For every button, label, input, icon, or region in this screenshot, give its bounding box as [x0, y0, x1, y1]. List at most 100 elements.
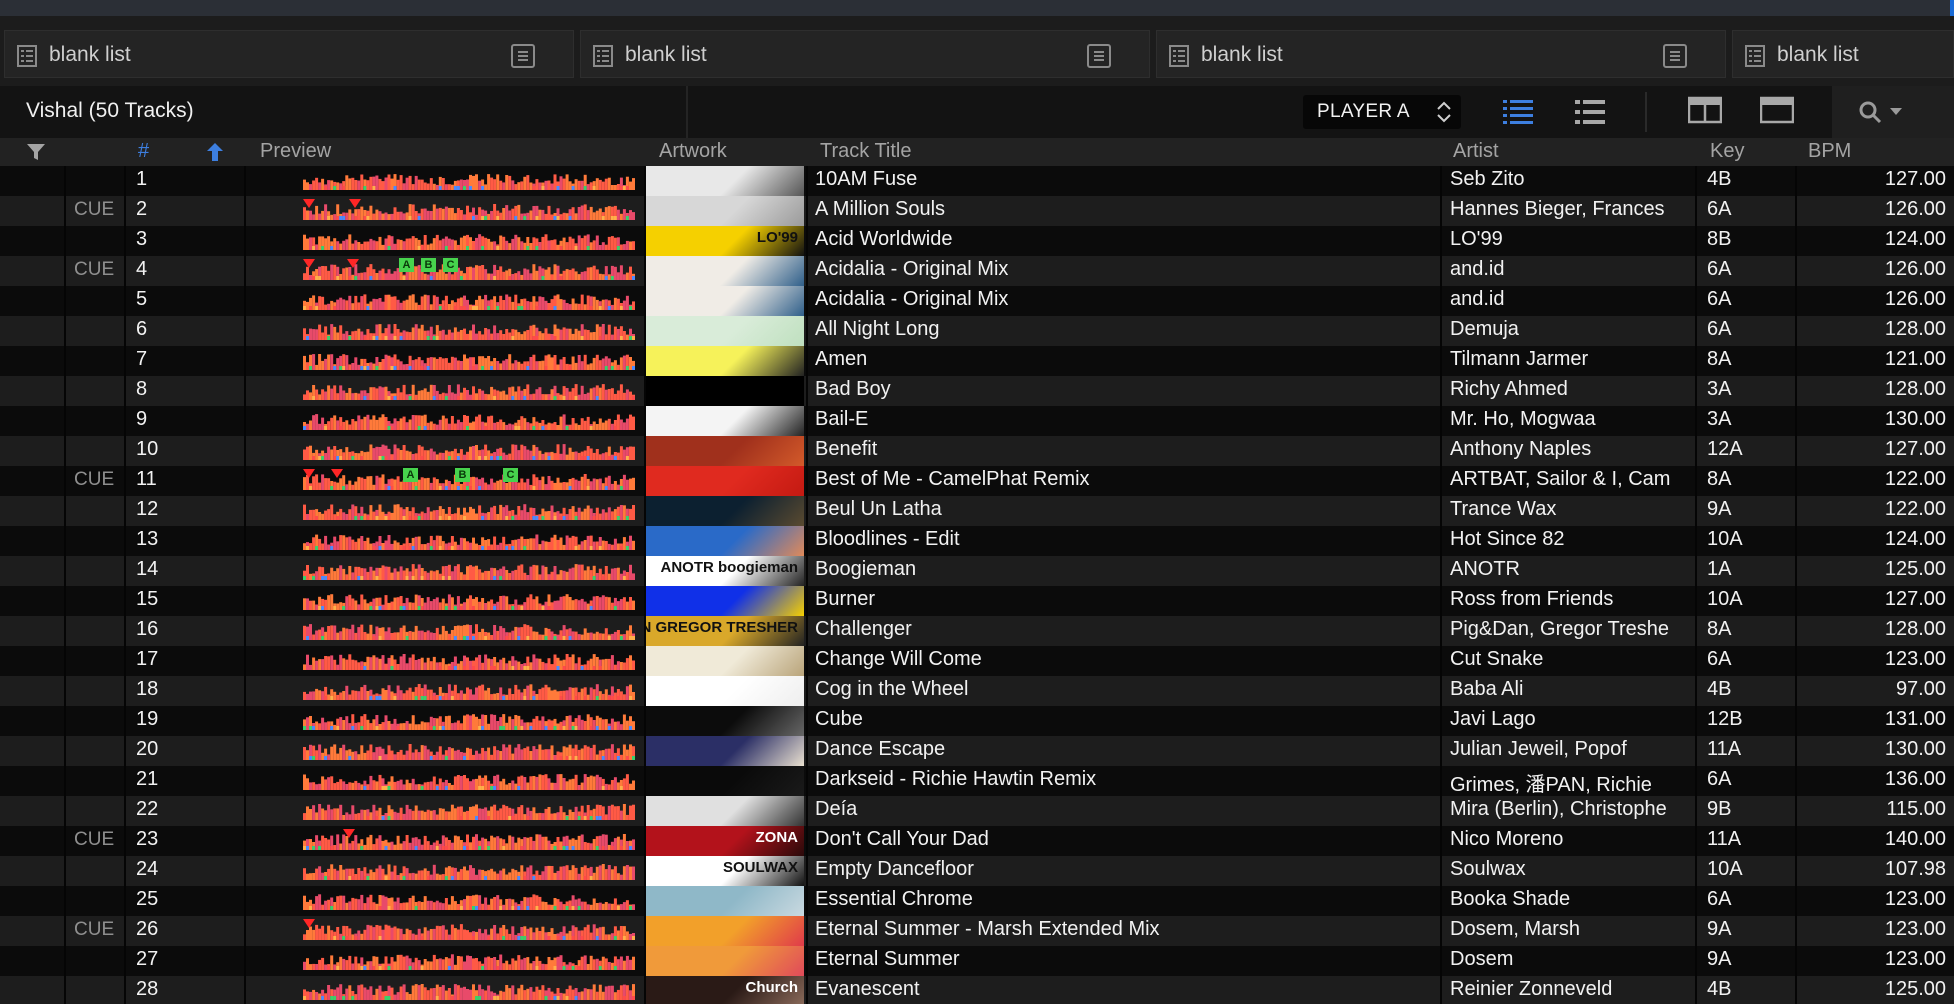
- track-title: Deía: [815, 798, 858, 820]
- artwork-text: Church: [745, 979, 799, 996]
- table-row[interactable]: CUE 23 ZONA Don't Call Your Dad Nico Moreno 1…: [0, 826, 1954, 856]
- table-row[interactable]: CUE 4 A B C Acidalia - Original Mix and.id 6A 12…: [0, 256, 1954, 286]
- table-row[interactable]: 12 Beul Un Latha Trance Wax 9A 122.00: [0, 496, 1954, 526]
- search-button[interactable]: [1832, 86, 1954, 138]
- playlist-tab[interactable]: blank list: [580, 30, 1150, 78]
- waveform-preview[interactable]: [303, 292, 635, 310]
- player-select[interactable]: PLAYER A: [1303, 95, 1461, 129]
- track-bpm: 140.00: [1884, 828, 1946, 850]
- track-artwork: SOULWAX: [646, 856, 804, 886]
- track-title: Cog in the Wheel: [815, 678, 969, 700]
- table-row[interactable]: 3 LO'99 Acid Worldwide LO'99 8B 124.00: [0, 226, 1954, 256]
- track-key: 1A: [1707, 558, 1732, 580]
- waveform-preview[interactable]: [303, 652, 635, 670]
- waveform-preview[interactable]: [303, 802, 635, 820]
- waveform-preview[interactable]: [303, 982, 635, 1000]
- search-icon: [1859, 101, 1882, 124]
- table-row[interactable]: 17 Change Will Come Cut Snake 6A 123.00: [0, 646, 1954, 676]
- waveform-preview[interactable]: [303, 622, 635, 640]
- table-row[interactable]: CUE 11 A B C Best of Me - CamelPhat Remix ARTB…: [0, 466, 1954, 496]
- table-row[interactable]: 16 PIG&DAN GREGOR TRESHER Challenger Pig&Da…: [0, 616, 1954, 646]
- track-number: 10: [136, 438, 159, 460]
- playlist-tab[interactable]: blank list: [1156, 30, 1726, 78]
- waveform-preview[interactable]: [303, 922, 635, 940]
- waveform-preview[interactable]: [303, 172, 635, 190]
- filter-icon[interactable]: [26, 142, 46, 162]
- col-preview-header[interactable]: Preview: [260, 140, 331, 163]
- waveform-preview[interactable]: [303, 502, 635, 520]
- col-artwork-header[interactable]: Artwork: [659, 140, 727, 163]
- table-row[interactable]: 8 Bad Boy Richy Ahmed 3A 128.00: [0, 376, 1954, 406]
- table-row[interactable]: 5 Acidalia - Original Mix and.id 6A 126.00: [0, 286, 1954, 316]
- table-row[interactable]: 6 All Night Long Demuja 6A 128.00: [0, 316, 1954, 346]
- track-artwork: [646, 676, 804, 706]
- waveform-preview[interactable]: [303, 412, 635, 430]
- table-row[interactable]: 20 Dance Escape Julian Jeweil, Popof 11A 130…: [0, 736, 1954, 766]
- tab-info-icon[interactable]: [1663, 44, 1687, 68]
- table-row[interactable]: 28 Church Evanescent Reinier Zonneveld 4B 125…: [0, 976, 1954, 1004]
- waveform-preview[interactable]: [303, 712, 635, 730]
- waveform-preview[interactable]: [303, 442, 635, 460]
- table-row[interactable]: 22 Deía Mira (Berlin), Christophe 9B 115.00: [0, 796, 1954, 826]
- list-simple-icon[interactable]: [1574, 96, 1606, 128]
- track-artwork: [646, 526, 804, 556]
- cue-indicator: CUE: [74, 829, 115, 850]
- waveform-preview[interactable]: [303, 232, 635, 250]
- table-row[interactable]: 19 Cube Javi Lago 12B 131.00: [0, 706, 1954, 736]
- artwork-text: PIG&DAN GREGOR TRESHER: [646, 619, 798, 636]
- artwork-text: ANOTR boogieman: [660, 559, 799, 576]
- table-row[interactable]: 25 Essential Chrome Booka Shade 6A 123.00: [0, 886, 1954, 916]
- table-row[interactable]: 10 Benefit Anthony Naples 12A 127.00: [0, 436, 1954, 466]
- table-row[interactable]: 7 Amen Tilmann Jarmer 8A 121.00: [0, 346, 1954, 376]
- waveform-preview[interactable]: [303, 532, 635, 550]
- list-detail-icon[interactable]: [1502, 96, 1534, 128]
- waveform-preview[interactable]: [303, 682, 635, 700]
- browser-toolbar: Vishal (50 Tracks) PLAYER A: [0, 86, 1954, 139]
- table-row[interactable]: 1 10AM Fuse Seb Zito 4B 127.00: [0, 166, 1954, 196]
- table-row[interactable]: 9 Bail-E Mr. Ho, Mogwaa 3A 130.00: [0, 406, 1954, 436]
- table-row[interactable]: 18 Cog in the Wheel Baba Ali 4B 97.00: [0, 676, 1954, 706]
- layout-split-icon[interactable]: [1688, 96, 1722, 126]
- track-bpm: 130.00: [1884, 408, 1946, 430]
- waveform-preview[interactable]: [303, 772, 635, 790]
- table-row[interactable]: 15 Burner Ross from Friends 10A 127.00: [0, 586, 1954, 616]
- table-row[interactable]: 13 Bloodlines - Edit Hot Since 82 10A 124.00: [0, 526, 1954, 556]
- track-title: Acidalia - Original Mix: [815, 288, 1009, 310]
- track-artist: LO'99: [1450, 228, 1503, 250]
- waveform-preview[interactable]: [303, 952, 635, 970]
- sort-ascending-icon[interactable]: [206, 142, 224, 162]
- waveform-preview[interactable]: [303, 862, 635, 880]
- waveform-preview[interactable]: [303, 382, 635, 400]
- track-title: Boogieman: [815, 558, 917, 580]
- waveform-preview[interactable]: [303, 322, 635, 340]
- track-key: 8A: [1707, 468, 1732, 490]
- track-number: 5: [136, 288, 148, 310]
- table-row[interactable]: 14 ANOTR boogieman Boogieman ANOTR 1A 125.00: [0, 556, 1954, 586]
- track-key: 8B: [1707, 228, 1732, 250]
- track-artwork: [646, 256, 804, 286]
- table-row[interactable]: CUE 26 Eternal Summer - Marsh Extended Mix…: [0, 916, 1954, 946]
- col-num-header[interactable]: #: [138, 140, 149, 163]
- waveform-preview[interactable]: [303, 592, 635, 610]
- col-key-header[interactable]: Key: [1710, 140, 1744, 163]
- waveform-preview[interactable]: [303, 892, 635, 910]
- table-row[interactable]: CUE 2 A Million Souls Hannes Bieger, France…: [0, 196, 1954, 226]
- col-bpm-header[interactable]: BPM: [1808, 140, 1851, 163]
- track-key: 9B: [1707, 798, 1732, 820]
- playlist-tab[interactable]: blank list: [1732, 30, 1954, 78]
- waveform-preview[interactable]: [303, 352, 635, 370]
- tab-info-icon[interactable]: [1087, 44, 1111, 68]
- col-artist-header[interactable]: Artist: [1453, 140, 1499, 163]
- playlist-tab[interactable]: blank list: [4, 30, 574, 78]
- tab-info-icon[interactable]: [511, 44, 535, 68]
- hot-cue-marker: B: [421, 258, 436, 272]
- waveform-preview[interactable]: [303, 562, 635, 580]
- track-bpm: 130.00: [1884, 738, 1946, 760]
- playlist-title: Vishal (50 Tracks): [26, 99, 194, 122]
- table-row[interactable]: 21 Darkseid - Richie Hawtin Remix Grimes, …: [0, 766, 1954, 796]
- table-row[interactable]: 24 SOULWAX Empty Dancefloor Soulwax 10A 107.9…: [0, 856, 1954, 886]
- layout-single-icon[interactable]: [1760, 96, 1794, 126]
- table-row[interactable]: 27 Eternal Summer Dosem 9A 123.00: [0, 946, 1954, 976]
- waveform-preview[interactable]: [303, 742, 635, 760]
- col-title-header[interactable]: Track Title: [820, 140, 912, 163]
